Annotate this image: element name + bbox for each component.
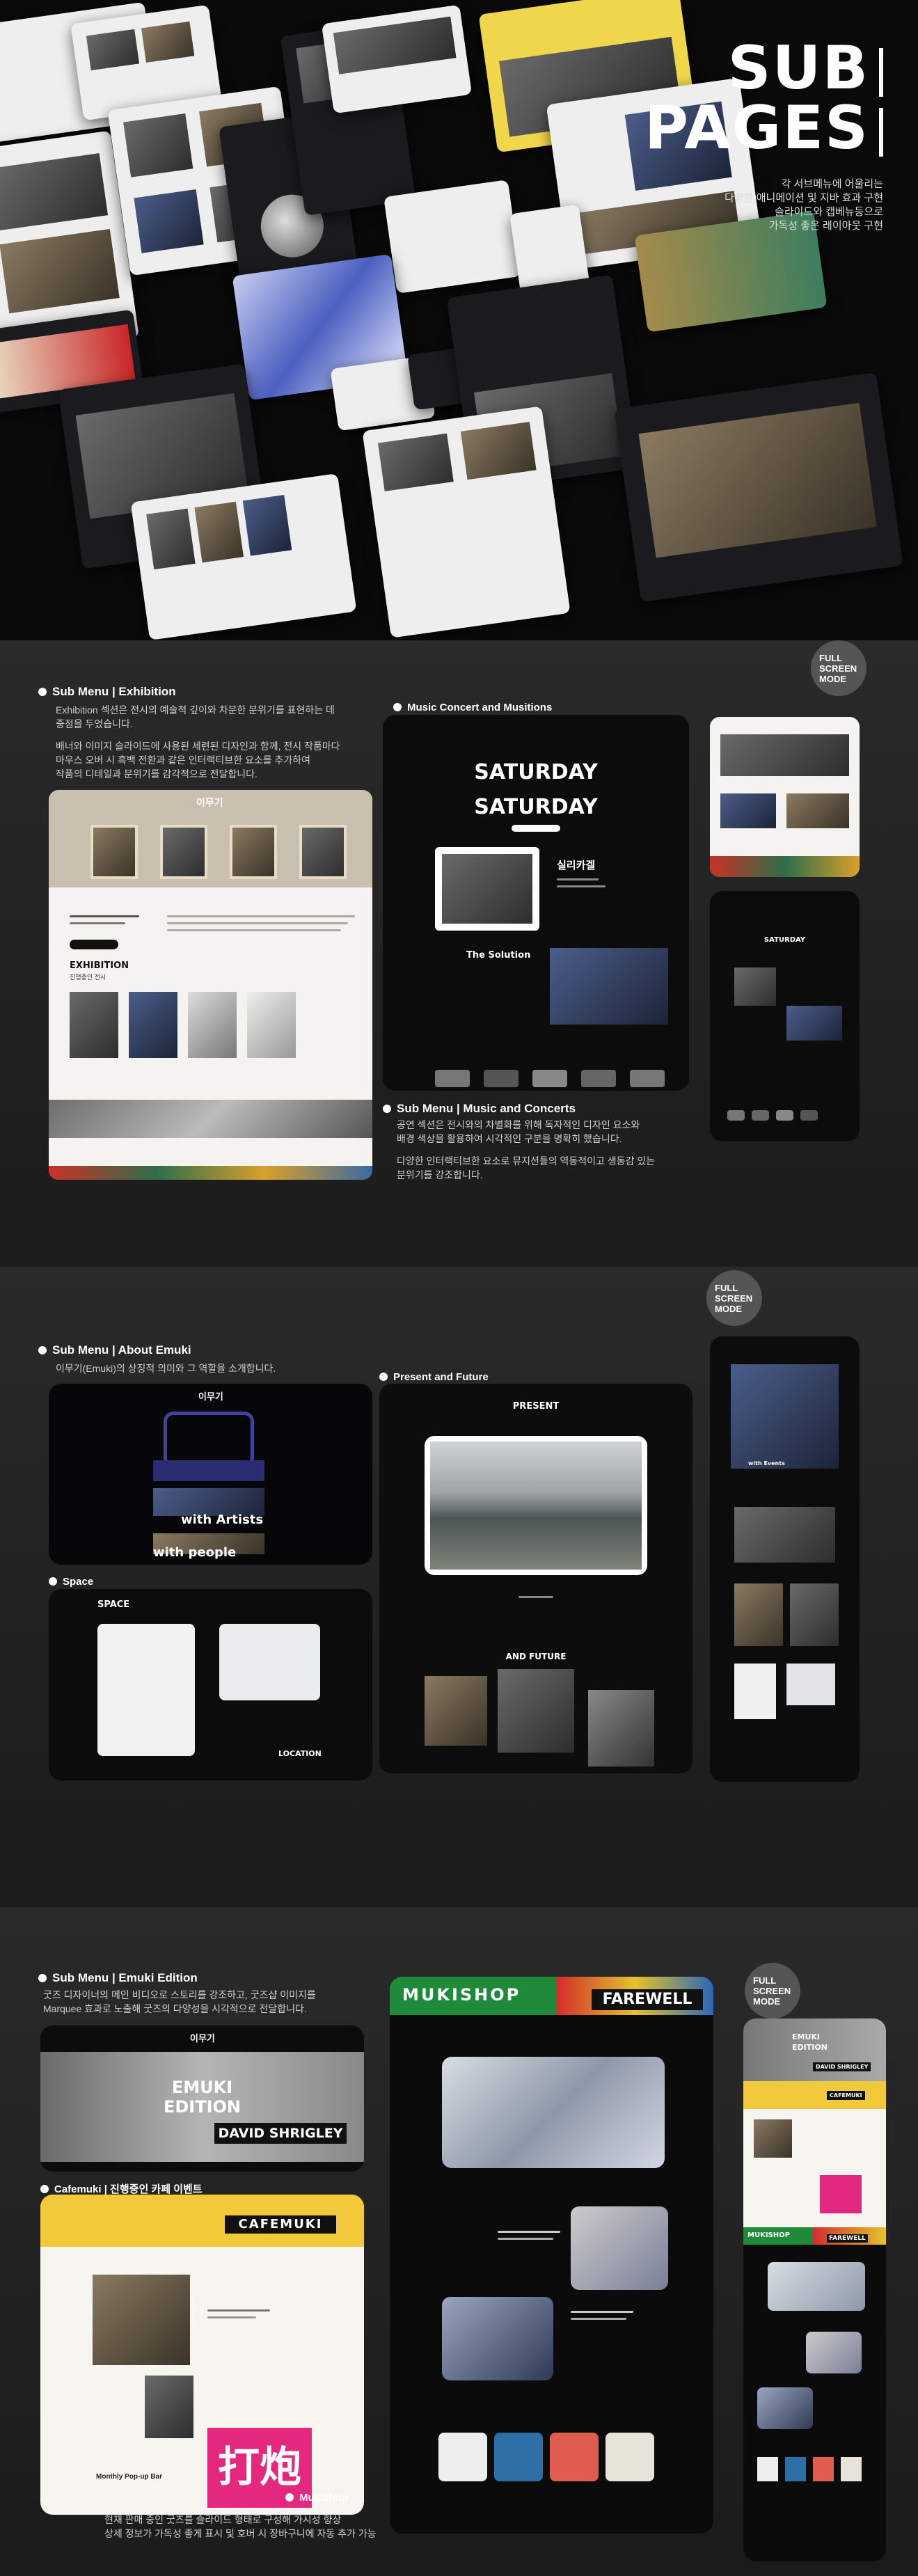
desc-line: 마우스 오버 시 흑백 전환과 같은 인터랙티브한 요소를 추가하여 <box>56 754 310 766</box>
fullscreen-mockup-dark: with Events <box>710 1336 860 1782</box>
desc-line: 중점을 두었습니다. <box>56 718 133 729</box>
hero-title-line2: PAGES <box>644 93 869 163</box>
mock-farewell: FAREWELL <box>592 1989 703 2010</box>
present-title: Present and Future <box>379 1371 489 1383</box>
mock-artist: DAVID SHRIGLEY <box>214 2123 347 2144</box>
mock-cafemuki: CAFEMUKI <box>225 2215 336 2234</box>
mukishop-title: Mukishop <box>285 2492 348 2504</box>
mock-fs-edition: EDITION <box>792 2043 828 2052</box>
fullscreen-label: FULL SCREEN MODE <box>715 1282 753 1314</box>
hero-desc-line: 각 서브메뉴에 어울리는 <box>781 178 883 190</box>
cafe-title: Cafemuki | 진행중인 카페 이벤트 <box>40 2181 203 2196</box>
mock-edition: EDITION <box>163 2097 242 2117</box>
fullscreen-label: FULL SCREEN MODE <box>753 1975 791 2007</box>
about-title: Sub Menu | About Emuki <box>38 1343 191 1357</box>
mock-saturday-2: SATURDAY <box>474 795 598 819</box>
hero-title-line1: SUB <box>727 33 869 103</box>
mock-fs-farewell: FAREWELL <box>827 2234 868 2243</box>
present-mockup: PRESENT AND FUTURE <box>379 1384 693 1773</box>
desc-line: 다양한 인터랙티브한 요소로 뮤지션들의 역동적이고 생동감 있는 <box>397 1155 656 1167</box>
concert-mockup: SATURDAY SATURDAY 실리카겔 The Solution <box>383 715 689 1091</box>
mukishop-description: 현재 판매 중인 굿즈를 슬라이드 형태로 구성해 가시성 향상 상세 정보가 … <box>104 2513 411 2541</box>
mock-present: PRESENT <box>512 1401 560 1412</box>
mockup-screen <box>614 372 903 603</box>
mock-logo: 이무기 <box>196 798 223 809</box>
mock-fs-mukishop: MUKISHOP <box>747 2231 790 2239</box>
desc-line: 배너와 이미지 슬라이드에 사용된 세련된 디자인과 함께, 전시 작품마다 <box>56 741 340 752</box>
mock-fs-artist: DAVID SHRIGLEY <box>813 2062 871 2071</box>
mockup-screen <box>383 180 521 294</box>
music-title: Sub Menu | Music and Concerts <box>383 1102 576 1116</box>
edition-mockup: 이무기 EMUKI EDITION DAVID SHRIGLEY <box>40 2025 364 2172</box>
hero-title: SUB PAGES <box>644 38 883 158</box>
exhibition-description: Exhibition 섹션은 전시의 예술적 깊이와 차분한 분위기를 표현하는… <box>56 703 376 781</box>
desc-line: 상세 정보가 가독성 좋게 표시 및 호버 시 장바구니에 자동 추가 가능 <box>104 2528 377 2539</box>
edition-description: 굿즈 디자이너의 메인 비디오로 스토리를 강조하고, 굿즈샵 이미지를 Mar… <box>43 1988 377 2016</box>
mock-with-people: with people <box>153 1545 237 1560</box>
desc-line: 현재 판매 중인 굿즈를 슬라이드 형태로 구성해 가시성 향상 <box>104 2514 342 2525</box>
mock-exhibition-sub: 진행중인 전시 <box>70 974 106 981</box>
hero-description: 각 서브메뉴에 어울리는 다양한 애니메이션 및 지바 효과 구현 슬라이드와 … <box>633 177 883 233</box>
desc-line: Exhibition 섹션은 전시의 예술적 깊이와 차분한 분위기를 표현하는… <box>56 704 335 716</box>
mock-solution: The Solution <box>466 950 531 961</box>
mock-logo: 이무기 <box>190 2034 215 2044</box>
about-mockup: 이무기 with Artists with people <box>49 1384 372 1565</box>
desc-line: Marquee 효과로 노출해 굿즈의 다양성을 시각적으로 전달합니다. <box>43 2003 307 2014</box>
desc-line: 작품의 디테일과 분위기를 감각적으로 전달합니다. <box>56 768 258 780</box>
mock-saturday-1: SATURDAY <box>474 760 598 784</box>
cafe-mockup: CAFEMUKI Monthly Pop-up Bar 打炮 <box>40 2195 364 2515</box>
mock-space: SPACE <box>97 1599 130 1610</box>
about-description: 이무기(Emuki)의 상징적 의미와 그 역할을 소개합니다. <box>56 1363 276 1374</box>
fullscreen-badge: FULL SCREEN MODE <box>811 640 866 696</box>
desc-line: 분위기를 강조합니다. <box>397 1169 483 1180</box>
fullscreen-label: FULL SCREEN MODE <box>819 652 857 684</box>
mukishop-mockup: MUKISHOP FAREWELL <box>390 1977 713 2534</box>
exhibition-title: Sub Menu | Exhibition <box>38 685 176 699</box>
mock-exhibition-heading: EXHIBITION <box>70 961 129 971</box>
desc-line: 배경 색상을 활용하여 시각적인 구분을 명확히 했습니다. <box>397 1133 622 1144</box>
mock-fs-emuki: EMUKI <box>792 2032 821 2041</box>
space-mockup: SPACE LOCATION <box>49 1589 372 1780</box>
mock-artist: 실리카겔 <box>557 859 596 871</box>
fullscreen-mockup-dark: SATURDAY <box>710 891 860 1141</box>
fullscreen-badge: FULL SCREEN MODE <box>745 1963 800 2018</box>
hero-section: SUB PAGES 각 서브메뉴에 어울리는 다양한 애니메이션 및 지바 효과… <box>0 0 918 640</box>
concert-title: Music Concert and Musitions <box>393 702 552 713</box>
hero-desc-line: 슬라이드와 캡베뉴등으로 <box>775 206 883 218</box>
mock-mukishop: MUKISHOP <box>402 1985 521 2005</box>
desc-line: 굿즈 디자이너의 메인 비디오로 스토리를 강조하고, 굿즈샵 이미지를 <box>43 1989 316 2000</box>
mockup-screen <box>130 473 357 640</box>
music-description: 공연 섹션은 전시와의 차별화를 위해 독자적인 디자인 요소와 배경 색상을 … <box>397 1118 689 1182</box>
edition-section: Sub Menu | Emuki Edition 굿즈 디자이너의 메인 비디오… <box>0 1907 918 2576</box>
mockup-screen <box>321 4 473 114</box>
fullscreen-mockup-dark: EMUKI EDITION DAVID SHRIGLEY CAFEMUKI MU… <box>743 2018 886 2561</box>
about-section: Sub Menu | About Emuki 이무기(Emuki)의 상징적 의… <box>0 1267 918 1907</box>
mock-future: AND FUTURE <box>505 1652 567 1661</box>
edition-title: Sub Menu | Emuki Edition <box>38 1971 198 1985</box>
fullscreen-badge: FULL SCREEN MODE <box>706 1270 762 1326</box>
hero-desc-line: 다양한 애니메이션 및 지바 효과 구현 <box>725 192 883 204</box>
mock-with-artists: with Artists <box>181 1512 264 1527</box>
space-title: Space <box>49 1576 93 1588</box>
mock-fs-cafemuki: CAFEMUKI <box>827 2091 865 2100</box>
mock-location: LOCATION <box>278 1749 322 1758</box>
fullscreen-mockup-light <box>710 717 860 877</box>
hero-desc-line: 가독성 좋은 레이아웃 구현 <box>768 220 883 232</box>
mock-emuki: EMUKI <box>171 2078 233 2097</box>
mockup-screen <box>362 406 571 638</box>
mock-logo: 이무기 <box>198 1392 223 1402</box>
exhibition-music-section: Sub Menu | Exhibition Exhibition 섹션은 전시의… <box>0 640 918 1267</box>
exhibition-mockup: 이무기 EXHIBITION 진행중인 전시 <box>49 790 372 1180</box>
desc-line: 공연 섹션은 전시와의 차별화를 위해 독자적인 디자인 요소와 <box>397 1119 640 1130</box>
mock-event: Monthly Pop-up Bar <box>96 2473 162 2481</box>
